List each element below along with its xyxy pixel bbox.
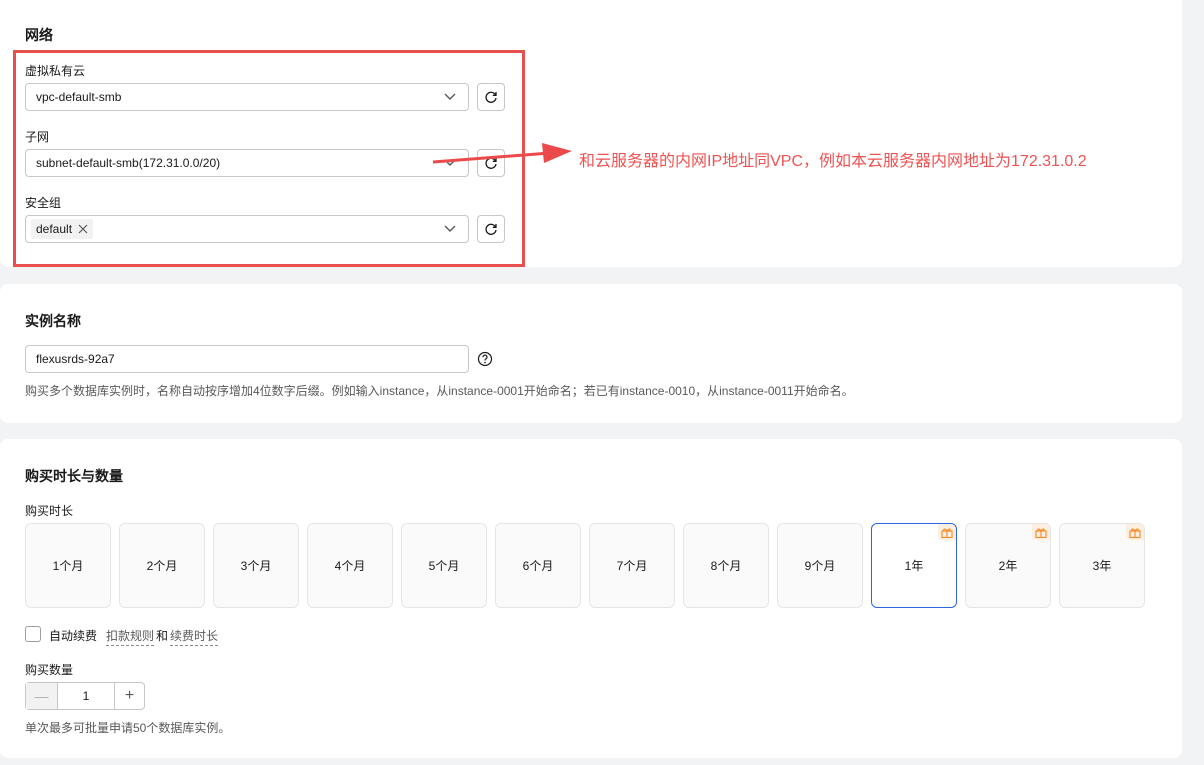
duration-option[interactable]: 9个月 — [777, 523, 863, 608]
duration-option[interactable]: 5个月 — [401, 523, 487, 608]
auto-renew-label: 自动续费 — [49, 629, 98, 643]
duration-option[interactable]: 3年 — [1059, 523, 1145, 608]
duration-option[interactable]: 7个月 — [589, 523, 675, 608]
duration-option[interactable]: 4个月 — [307, 523, 393, 608]
duration-option-label: 2个月 — [146, 559, 178, 573]
help-icon[interactable] — [477, 351, 493, 367]
gift-badge — [938, 524, 956, 540]
instance-name-input[interactable]: flexusrds-92a7 — [25, 345, 469, 373]
duration-option-label: 6个月 — [522, 559, 554, 573]
purchase-title: 购买时长与数量 — [25, 468, 123, 484]
duration-option-label: 1个月 — [52, 559, 84, 573]
instance-name-title: 实例名称 — [25, 313, 81, 329]
duration-option-label: 7个月 — [616, 559, 648, 573]
duration-option[interactable]: 8个月 — [683, 523, 769, 608]
duration-option-label: 3个月 — [240, 559, 272, 573]
network-section-title: 网络 — [25, 27, 53, 43]
quantity-hint: 单次最多可批量申请50个数据库实例。 — [25, 721, 231, 735]
purchase-card: 购买时长与数量 购买时长 1个月 2个月 3个月 4个月 5个月 6个月 7个月 8个月 9个月… — [0, 439, 1182, 758]
duration-option-label: 5个月 — [428, 559, 460, 573]
instance-name-hint: 购买多个数据库实例时，名称自动按序增加4位数字后缀。例如输入instance，从… — [25, 384, 854, 398]
and-text: 和 — [156, 629, 169, 643]
quantity-value[interactable]: 1 — [58, 683, 114, 709]
gift-icon — [941, 528, 953, 538]
duration-option-label: 3年 — [1092, 559, 1112, 573]
duration-option-label: 8个月 — [710, 559, 742, 573]
gift-icon — [1129, 528, 1141, 538]
instance-name-value: flexusrds-92a7 — [36, 352, 115, 366]
duration-option-label: 4个月 — [334, 559, 366, 573]
annotation-text: 和云服务器的内网IP地址同VPC，例如本云服务器内网地址为172.31.0.2 — [579, 153, 1087, 170]
gift-badge — [1126, 524, 1144, 540]
duration-option[interactable]: 2年 — [965, 523, 1051, 608]
quantity-stepper[interactable]: — 1 + — [25, 682, 145, 710]
duration-option[interactable]: 2个月 — [119, 523, 205, 608]
auto-renew-checkbox[interactable] — [25, 626, 41, 642]
duration-option[interactable]: 6个月 — [495, 523, 581, 608]
quantity-label: 购买数量 — [25, 663, 74, 677]
gift-badge — [1032, 524, 1050, 540]
duration-option[interactable]: 1个月 — [25, 523, 111, 608]
duration-option[interactable]: 1年 — [871, 523, 957, 608]
deduct-rule-link[interactable]: 扣款规则 — [106, 627, 155, 646]
decrement-button[interactable]: — — [26, 683, 58, 709]
duration-label: 购买时长 — [25, 504, 74, 518]
duration-option-label: 1年 — [904, 559, 924, 573]
renew-duration-link[interactable]: 续费时长 — [170, 627, 219, 646]
instance-name-card: 实例名称 flexusrds-92a7 购买多个数据库实例时，名称自动按序增加4… — [0, 284, 1182, 423]
duration-option-label: 2年 — [998, 559, 1018, 573]
duration-option-label: 9个月 — [804, 559, 836, 573]
duration-option[interactable]: 3个月 — [213, 523, 299, 608]
increment-button[interactable]: + — [114, 683, 144, 709]
gift-icon — [1035, 528, 1047, 538]
annotation-arrow-icon — [432, 143, 572, 164]
